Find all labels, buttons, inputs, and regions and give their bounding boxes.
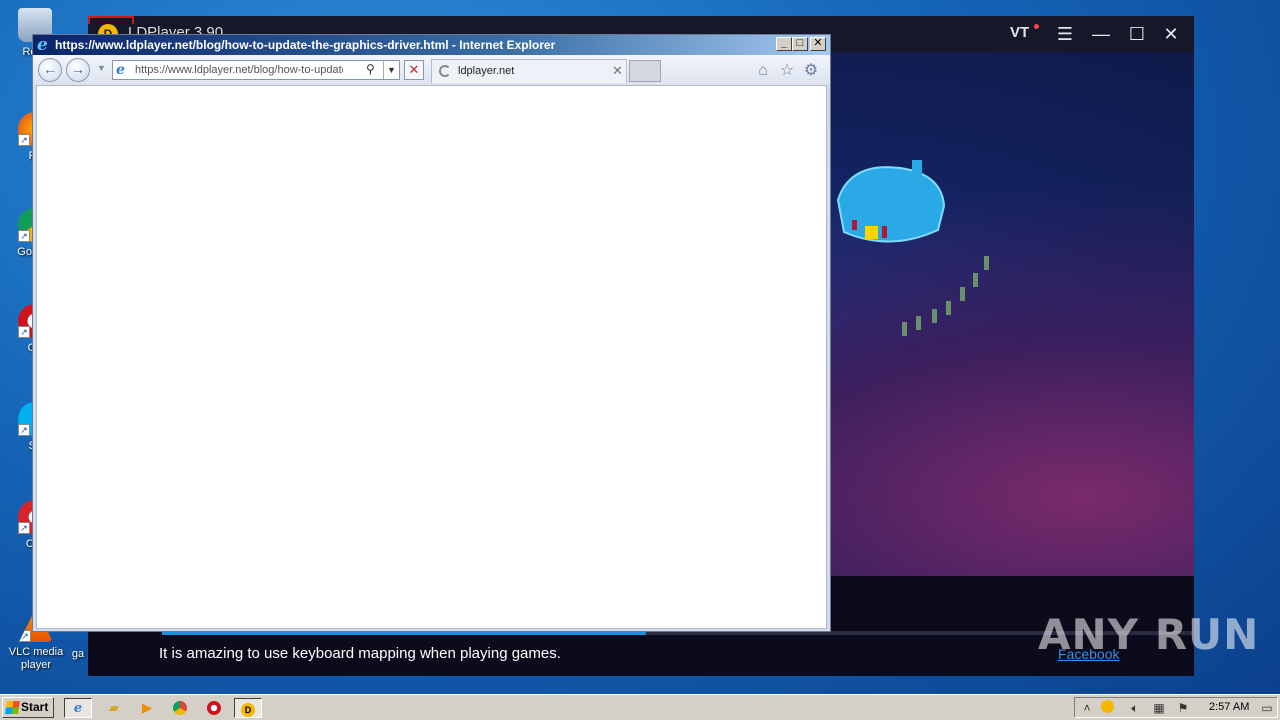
show-hidden-icons-chevron-icon[interactable]: ˄	[1079, 700, 1095, 716]
floating-steps-illustration	[902, 256, 989, 336]
volume-icon[interactable]: 🔈︎	[1127, 700, 1143, 716]
tab-ldplayer[interactable]: ldplayer.net ✕	[431, 59, 627, 83]
address-dropdown-icon[interactable]: ▼	[383, 61, 399, 79]
loading-spinner-icon	[439, 65, 451, 77]
maximize-icon[interactable]: ☐	[1123, 22, 1151, 46]
ie-maximize-button[interactable]: □	[792, 37, 808, 51]
tray-ldplayer-icon[interactable]	[1099, 700, 1115, 716]
tab-label: ldplayer.net	[458, 65, 515, 77]
taskbar-chrome-icon[interactable]	[166, 698, 194, 718]
show-desktop-icon[interactable]: ▭	[1259, 700, 1275, 716]
start-label: Start	[21, 700, 49, 714]
ie-minimize-button[interactable]: _	[776, 37, 792, 51]
network-icon[interactable]: ▦	[1151, 700, 1167, 716]
taskbar-clock[interactable]: 2:57 AM	[1209, 701, 1249, 713]
taskbar-ie-icon[interactable]: e	[64, 698, 92, 718]
desktop-icon-label: VLC media player	[8, 646, 64, 671]
new-tab-button[interactable]	[629, 60, 661, 82]
taskbar-opera-icon[interactable]	[200, 698, 228, 718]
minimize-icon[interactable]: —	[1087, 22, 1115, 46]
vt-alert-dot	[1034, 24, 1039, 29]
close-icon[interactable]: ✕	[1157, 22, 1185, 46]
ie-navigation-bar: ← → ▼ e https://www.ldplayer.net/blog/ho…	[33, 55, 830, 85]
ie-page-icon: e	[116, 62, 125, 78]
ie-close-button[interactable]: ✕	[810, 37, 826, 51]
internet-explorer-window[interactable]: e https://www.ldplayer.net/blog/how-to-u…	[32, 34, 831, 632]
loading-tip-message: It is amazing to use keyboard mapping wh…	[159, 645, 561, 662]
taskbar-media-player-icon[interactable]: ▶	[133, 698, 161, 718]
menu-icon[interactable]: ☰	[1051, 22, 1079, 46]
forward-icon[interactable]: →	[66, 58, 90, 82]
system-tray: ˄ 🔈︎ ▦ ⚑ 2:57 AM ▭	[1074, 697, 1278, 718]
start-button[interactable]: Start	[2, 697, 54, 718]
stop-loading-button[interactable]: ✕	[404, 60, 424, 80]
ie-logo-icon: e	[37, 35, 48, 55]
address-input[interactable]: https://www.ldplayer.net/blog/how-to-upd…	[135, 64, 343, 76]
action-center-flag-icon[interactable]: ⚑	[1175, 700, 1191, 716]
history-dropdown-icon[interactable]: ▼	[97, 63, 107, 73]
ldplayer-highlight	[88, 16, 134, 24]
ie-window-title: https://www.ldplayer.net/blog/how-to-upd…	[55, 38, 556, 52]
vt-indicator[interactable]: VT	[1010, 24, 1029, 41]
tab-close-icon[interactable]: ✕	[612, 63, 623, 79]
taskbar-explorer-icon[interactable]: ▰	[100, 698, 128, 718]
search-icon[interactable]: ⚲	[366, 62, 380, 78]
back-icon[interactable]: ←	[38, 58, 62, 82]
ie-page-content[interactable]	[36, 85, 827, 629]
favorites-star-icon[interactable]: ☆	[777, 61, 797, 81]
address-bar[interactable]: e https://www.ldplayer.net/blog/how-to-u…	[112, 60, 400, 80]
settings-gear-icon[interactable]: ⚙	[801, 61, 821, 81]
windows-logo-icon	[5, 701, 20, 714]
floating-house-illustration	[836, 160, 946, 243]
ie-titlebar[interactable]: e https://www.ldplayer.net/blog/how-to-u…	[33, 35, 830, 55]
taskbar-ldplayer-icon[interactable]: D	[234, 698, 262, 718]
home-icon[interactable]: ⌂	[753, 61, 773, 81]
taskbar: Start e ▰ ▶ D ˄ 🔈︎ ▦ ⚑ 2:57 AM ▭	[0, 694, 1280, 720]
anyrun-watermark: ANY RUN	[1038, 610, 1260, 659]
